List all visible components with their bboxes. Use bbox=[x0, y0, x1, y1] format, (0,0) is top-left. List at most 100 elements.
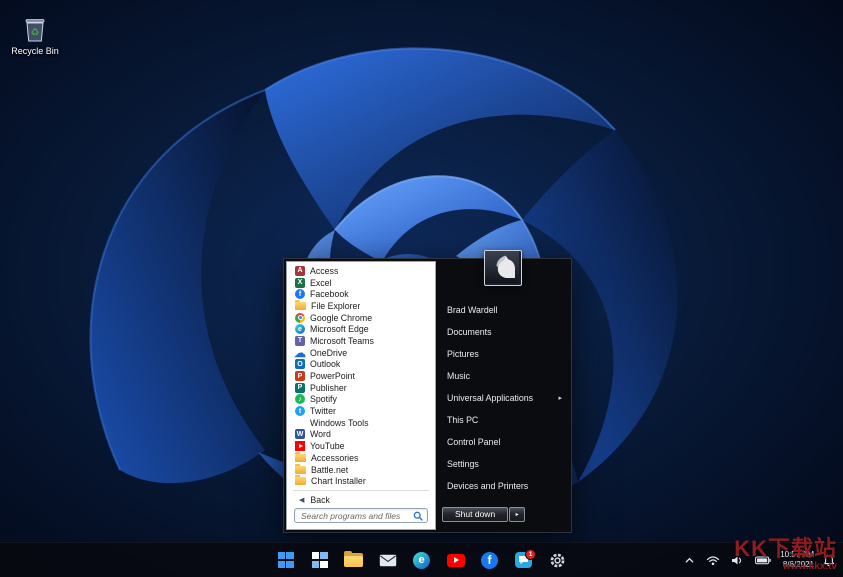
volume-icon[interactable] bbox=[729, 553, 746, 568]
program-item-accessories[interactable]: Accessories bbox=[292, 451, 433, 464]
taskbar: e f1 10:57 AM 8/6/2021 bbox=[0, 542, 843, 577]
start-menu-item-label: Music bbox=[447, 371, 470, 381]
start-menu-item-music[interactable]: Music bbox=[436, 365, 569, 387]
clock[interactable]: 10:57 AM 8/6/2021 bbox=[780, 550, 814, 571]
program-label: Excel bbox=[310, 277, 332, 288]
program-item-file-explorer[interactable]: File Explorer bbox=[292, 299, 433, 312]
program-item-excel[interactable]: X Excel bbox=[292, 277, 433, 289]
start11-tiles-icon bbox=[311, 552, 328, 568]
youtube-icon bbox=[295, 441, 305, 452]
program-item-microsoft-teams[interactable]: T Microsoft Teams bbox=[292, 335, 433, 347]
user-avatar[interactable] bbox=[483, 250, 522, 286]
start-menu-item-label: Universal Applications bbox=[447, 393, 534, 403]
edge-icon: e bbox=[295, 324, 305, 335]
back-item[interactable]: ◀ Back bbox=[287, 493, 435, 506]
powerpoint-icon: P bbox=[295, 371, 305, 382]
program-label: Outlook bbox=[310, 359, 341, 370]
spotify-icon: ♪ bbox=[295, 394, 305, 405]
facebook-logo-icon: f bbox=[481, 551, 498, 569]
search-box bbox=[294, 508, 428, 523]
program-item-battle-net[interactable]: Battle.net bbox=[292, 463, 433, 476]
program-label: Microsoft Teams bbox=[310, 335, 374, 346]
start-menu-item-this-pc[interactable]: This PC bbox=[436, 409, 569, 431]
start-menu-item-label: Devices and Printers bbox=[447, 481, 529, 491]
taskbar-center-icons: e f 1 bbox=[273, 543, 571, 577]
program-item-onedrive[interactable]: ☁ OneDrive bbox=[292, 347, 433, 359]
start11-button[interactable] bbox=[307, 547, 333, 573]
settings-button[interactable] bbox=[545, 547, 571, 573]
program-label: Facebook bbox=[310, 289, 349, 300]
start-button[interactable] bbox=[273, 547, 299, 573]
start-menu-item-label: Control Panel bbox=[447, 437, 501, 447]
recycle-bin-label: Recycle Bin bbox=[11, 46, 59, 56]
publisher-icon: P bbox=[295, 382, 305, 393]
program-label: Chart Installer bbox=[311, 476, 366, 487]
program-label: Microsoft Edge bbox=[310, 324, 369, 335]
wifi-icon[interactable] bbox=[704, 553, 722, 568]
program-label: Access bbox=[310, 265, 339, 276]
windows-tools-icon bbox=[295, 418, 305, 428]
start-menu: A Access X Excel f Facebook File Explore… bbox=[283, 250, 572, 533]
program-item-powerpoint[interactable]: P PowerPoint bbox=[292, 370, 433, 382]
program-item-spotify[interactable]: ♪ Spotify bbox=[292, 394, 433, 406]
program-item-windows-tools[interactable]: Windows Tools bbox=[292, 417, 433, 429]
shutdown-button[interactable]: Shut down bbox=[442, 507, 509, 522]
mail-icon bbox=[379, 554, 396, 566]
youtube-button[interactable] bbox=[443, 547, 469, 573]
folder-icon bbox=[344, 550, 363, 567]
edge-button[interactable]: e bbox=[409, 547, 435, 573]
program-item-youtube[interactable]: YouTube bbox=[292, 440, 433, 452]
notification-bell-icon[interactable] bbox=[821, 552, 837, 569]
start-menu-right-panel: Brad Wardell Documents Pictures Music Un… bbox=[436, 250, 569, 530]
start-menu-item-label: Settings bbox=[447, 459, 479, 469]
start-menu-item-control-panel[interactable]: Control Panel bbox=[436, 431, 569, 453]
start-menu-right-list: Brad Wardell Documents Pictures Music Un… bbox=[436, 299, 569, 497]
start-menu-item-universal-applications[interactable]: Universal Applications ▸ bbox=[436, 387, 569, 409]
program-item-outlook[interactable]: O Outlook bbox=[292, 359, 433, 371]
start-menu-item-brad-wardell[interactable]: Brad Wardell bbox=[436, 299, 569, 321]
windows-logo-icon bbox=[277, 552, 294, 568]
program-item-access[interactable]: A Access bbox=[292, 265, 433, 277]
mail-button[interactable] bbox=[375, 547, 401, 573]
start-menu-item-settings[interactable]: Settings bbox=[436, 453, 569, 475]
battery-icon[interactable] bbox=[753, 554, 773, 567]
chart-installer-folder-icon bbox=[295, 475, 306, 486]
program-item-chart-installer[interactable]: Chart Installer bbox=[292, 475, 433, 487]
tray-time: 10:57 AM bbox=[780, 549, 814, 559]
word-icon: W bbox=[295, 429, 305, 440]
access-icon: A bbox=[295, 265, 305, 276]
start-menu-item-documents[interactable]: Documents bbox=[436, 321, 569, 343]
program-item-google-chrome[interactable]: Google Chrome bbox=[292, 312, 433, 324]
start-menu-item-label: Brad Wardell bbox=[447, 305, 498, 315]
program-list: A Access X Excel f Facebook File Explore… bbox=[287, 262, 435, 487]
submenu-arrow-icon: ▸ bbox=[515, 512, 519, 518]
program-item-microsoft-edge[interactable]: e Microsoft Edge bbox=[292, 323, 433, 335]
program-label: Windows Tools bbox=[310, 417, 369, 428]
tray-date: 8/6/2021 bbox=[782, 560, 814, 569]
tray-chevron-icon[interactable] bbox=[682, 553, 697, 568]
shutdown-row: Shut down ▸ bbox=[442, 507, 526, 522]
program-item-twitter[interactable]: t Twitter bbox=[292, 405, 433, 417]
facebook-button[interactable]: f bbox=[477, 547, 503, 573]
program-label: Accessories bbox=[311, 452, 359, 463]
search-icon bbox=[413, 511, 423, 521]
program-label: Spotify bbox=[310, 394, 337, 405]
start-menu-item-pictures[interactable]: Pictures bbox=[436, 343, 569, 365]
program-item-facebook[interactable]: f Facebook bbox=[292, 288, 433, 300]
shutdown-options-arrow[interactable]: ▸ bbox=[509, 507, 526, 522]
battlenet-folder-icon bbox=[295, 463, 306, 474]
chat-button[interactable]: 1 bbox=[511, 547, 537, 573]
file-explorer-button[interactable] bbox=[341, 547, 367, 573]
search-input[interactable] bbox=[299, 510, 413, 521]
onedrive-icon: ☁ bbox=[294, 345, 306, 360]
recycle-bin[interactable]: ♻ Recycle Bin bbox=[6, 14, 64, 56]
facebook-icon: f bbox=[295, 289, 305, 300]
file-explorer-icon bbox=[295, 299, 306, 310]
program-item-publisher[interactable]: P Publisher bbox=[292, 382, 433, 394]
teams-icon: T bbox=[295, 335, 305, 346]
program-item-word[interactable]: W Word bbox=[292, 429, 433, 441]
divider bbox=[293, 490, 429, 492]
start-menu-item-label: Documents bbox=[447, 327, 492, 337]
start-menu-item-devices-and-printers[interactable]: Devices and Printers bbox=[436, 475, 569, 497]
program-label: Word bbox=[310, 429, 331, 440]
